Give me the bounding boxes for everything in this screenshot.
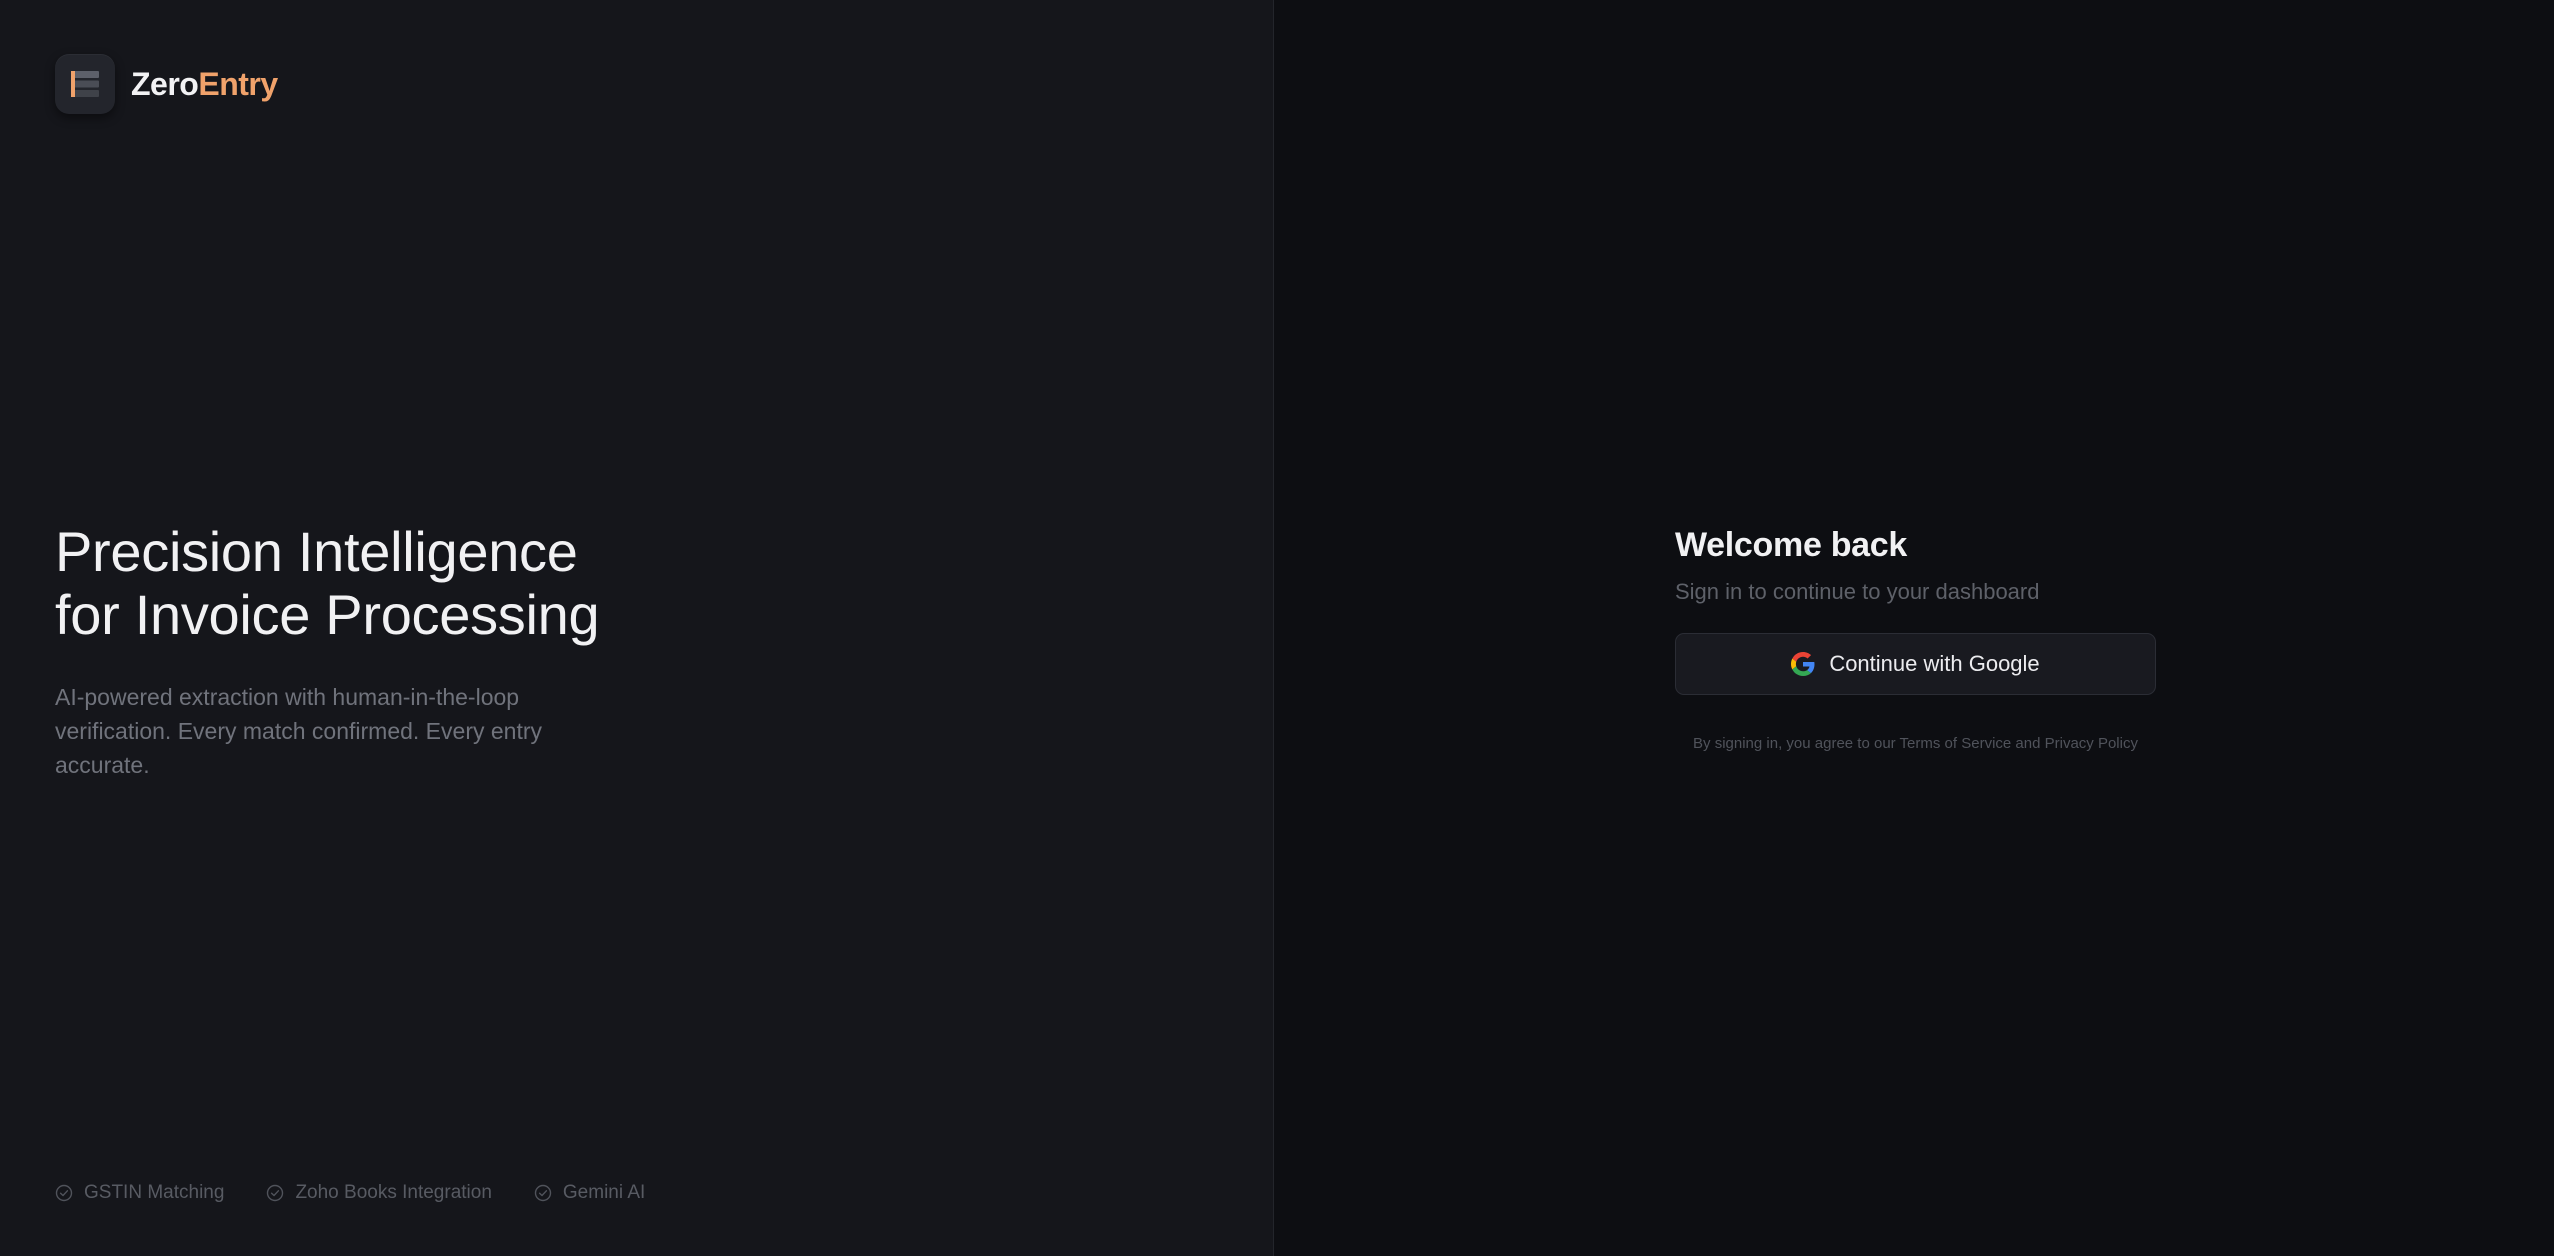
feature-gstin-matching: GSTIN Matching [55, 1182, 224, 1204]
hero-subtitle: AI-powered extraction with human-in-the-… [55, 684, 542, 778]
continue-with-google-label: Continue with Google [1829, 651, 2040, 676]
feature-list: GSTIN Matching Zoho Books Integration Ge… [55, 1182, 645, 1204]
login-page: ZeroEntry Precision Intelligence for Inv… [0, 0, 2554, 1256]
brand-name-accent: Entry [198, 65, 278, 102]
invoice-stack-icon [55, 54, 115, 114]
feature-label: Zoho Books Integration [295, 1182, 492, 1203]
brand-name: ZeroEntry [131, 66, 278, 103]
signin-card: Welcome back Sign in to continue to your… [1675, 526, 2156, 752]
hero-title-line-2: for Invoice Processing [55, 583, 600, 646]
brand-logo[interactable]: ZeroEntry [55, 54, 278, 114]
feature-gemini-ai: Gemini AI [534, 1182, 645, 1204]
signin-panel: Welcome back Sign in to continue to your… [1274, 0, 2554, 1256]
signin-subtitle: Sign in to continue to your dashboard [1675, 579, 2040, 604]
hero-title-line-1: Precision Intelligence [55, 520, 578, 583]
check-circle-icon [55, 1184, 73, 1202]
feature-label: GSTIN Matching [84, 1182, 225, 1203]
legal-notice: By signing in, you agree to our Terms of… [1693, 735, 2138, 752]
brand-name-primary: Zero [131, 65, 199, 102]
hero: Precision Intelligence for Invoice Proce… [55, 520, 675, 782]
continue-with-google-button[interactable]: Continue with Google [1675, 633, 2156, 695]
signin-title: Welcome back [1675, 526, 1907, 564]
marketing-panel: ZeroEntry Precision Intelligence for Inv… [0, 0, 1274, 1256]
check-circle-icon [534, 1184, 552, 1202]
check-circle-icon [267, 1184, 284, 1202]
hero-title: Precision Intelligence for Invoice Proce… [55, 520, 675, 646]
feature-label: Gemini AI [562, 1182, 646, 1203]
feature-zoho-books-integration: Zoho Books Integration [266, 1182, 492, 1204]
google-icon [1791, 652, 1815, 676]
